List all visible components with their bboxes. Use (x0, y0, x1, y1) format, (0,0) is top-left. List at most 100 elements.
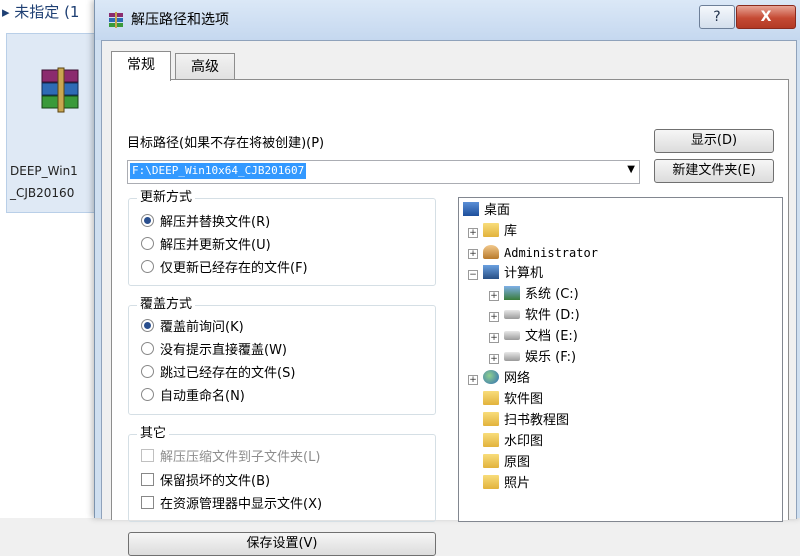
expand-icon[interactable]: + (489, 312, 499, 322)
target-path-input[interactable]: F:\DEEP_Win10x64_CJB201607 (130, 163, 307, 179)
title-bar[interactable]: 解压路径和选项 ? X (95, 0, 800, 40)
radio-label: 没有提示直接覆盖(W) (160, 343, 287, 358)
target-path-label: 目标路径(如果不存在将被创建)(P) (127, 136, 325, 151)
tree-label: 网络 (504, 371, 531, 386)
save-settings-button[interactable]: 保存设置(V) (128, 532, 436, 556)
radio-selected-icon[interactable] (141, 319, 154, 332)
network-icon (483, 370, 499, 384)
radio-icon[interactable] (141, 342, 154, 355)
radio-label: 解压并替换文件(R) (160, 215, 271, 230)
tree-item-folder[interactable]: 扫书教程图 (483, 411, 569, 431)
drive-icon (504, 352, 520, 361)
desktop-icon (463, 202, 479, 216)
radio-icon[interactable] (141, 388, 154, 401)
folder-icon (483, 391, 499, 405)
folder-tree[interactable]: 桌面 + 库 + Administrator − 计算机 + 系统 (C:) +… (458, 197, 783, 522)
checkbox-keep-broken-files[interactable]: 保留损坏的文件(B) (141, 472, 270, 492)
radio-overwrite-no-prompt[interactable]: 没有提示直接覆盖(W) (141, 341, 287, 361)
file-name-line1: DEEP_Win1 (10, 164, 78, 178)
radio-icon[interactable] (141, 260, 154, 273)
expand-icon[interactable]: + (468, 375, 478, 385)
dialog-client-area: 常规 高级 目标路径(如果不存在将被创建)(P) F:\DEEP_Win10x6… (101, 40, 797, 556)
tree-label: 桌面 (484, 203, 511, 218)
close-button[interactable]: X (736, 5, 796, 29)
tree-item-drive-d[interactable]: 软件 (D:) (504, 306, 580, 326)
checkbox-label: 在资源管理器中显示文件(X) (160, 497, 323, 512)
tree-item-library[interactable]: 库 (483, 222, 517, 242)
tree-item-administrator[interactable]: Administrator (483, 243, 598, 263)
overwrite-mode-group: 覆盖方式 覆盖前询问(K) 没有提示直接覆盖(W) 跳过已经存在的文件(S) 自… (128, 296, 436, 415)
expand-icon[interactable]: + (468, 249, 478, 259)
checkbox-icon[interactable] (141, 449, 154, 462)
tree-label: 水印图 (504, 434, 544, 449)
file-name-line2: _CJB20160 (10, 186, 75, 200)
tree-label: 文档 (E:) (525, 329, 578, 344)
radio-skip-existing[interactable]: 跳过已经存在的文件(S) (141, 364, 295, 384)
expand-icon[interactable]: + (489, 354, 499, 364)
folder-icon (483, 412, 499, 426)
user-icon (483, 245, 499, 259)
update-mode-title: 更新方式 (137, 189, 196, 207)
file-name[interactable]: DEEP_Win1 _CJB20160 (10, 160, 100, 204)
expand-icon[interactable]: + (468, 228, 478, 238)
radio-extract-update[interactable]: 解压并更新文件(U) (141, 236, 271, 256)
tree-item-folder[interactable]: 软件图 (483, 390, 543, 410)
library-icon (483, 223, 499, 237)
tree-label: 计算机 (504, 266, 544, 281)
radio-update-existing[interactable]: 仅更新已经存在的文件(F) (141, 259, 308, 279)
help-button[interactable]: ? (699, 5, 735, 29)
show-button[interactable]: 显示(D) (654, 129, 774, 153)
tree-item-network[interactable]: 网络 (483, 369, 530, 389)
checkbox-show-in-explorer[interactable]: 在资源管理器中显示文件(X) (141, 495, 322, 515)
drive-icon (504, 310, 520, 319)
overwrite-mode-title: 覆盖方式 (137, 296, 196, 314)
misc-title: 其它 (137, 425, 170, 443)
tab-advanced[interactable]: 高级 (175, 53, 235, 80)
expand-icon[interactable]: + (489, 291, 499, 301)
explorer-group-header[interactable]: ▸ 未指定 (1 (0, 0, 102, 24)
expand-icon[interactable]: + (489, 333, 499, 343)
tree-item-drive-f[interactable]: 娱乐 (F:) (504, 348, 576, 368)
new-folder-button[interactable]: 新建文件夹(E) (654, 159, 774, 183)
collapse-icon[interactable]: − (468, 270, 478, 280)
tree-label: 软件 (D:) (525, 308, 580, 323)
computer-icon (483, 265, 499, 279)
checkbox-extract-to-subfolder[interactable]: 解压压缩文件到子文件夹(L) (141, 448, 320, 468)
radio-icon[interactable] (141, 237, 154, 250)
tree-item-computer[interactable]: 计算机 (483, 264, 543, 284)
radio-auto-rename[interactable]: 自动重命名(N) (141, 387, 245, 407)
drive-icon (504, 331, 520, 340)
radio-ask-before-overwrite[interactable]: 覆盖前询问(K) (141, 318, 244, 338)
checkbox-label: 解压压缩文件到子文件夹(L) (160, 450, 321, 465)
extract-dialog: 解压路径和选项 ? X 常规 高级 目标路径(如果不存在将被创建)(P) F:\… (94, 0, 800, 556)
tree-label: 系统 (C:) (525, 287, 579, 302)
checkbox-icon[interactable] (141, 496, 154, 509)
radio-extract-replace[interactable]: 解压并替换文件(R) (141, 213, 270, 233)
system-drive-icon (504, 286, 520, 300)
tree-label: 原图 (504, 455, 531, 470)
tree-item-folder[interactable]: 照片 (483, 474, 530, 494)
chevron-down-icon[interactable]: ▼ (627, 164, 635, 175)
checkbox-icon[interactable] (141, 473, 154, 486)
tree-label: Administrator (504, 246, 598, 260)
tree-item-folder[interactable]: 原图 (483, 453, 530, 473)
tree-item-desktop[interactable]: 桌面 (463, 201, 510, 221)
tree-label: 照片 (504, 476, 531, 491)
tree-item-drive-c[interactable]: 系统 (C:) (504, 285, 579, 305)
tree-item-drive-e[interactable]: 文档 (E:) (504, 327, 578, 347)
folder-icon (483, 454, 499, 468)
radio-icon[interactable] (141, 365, 154, 378)
winrar-app-icon (109, 12, 123, 28)
target-path-combobox[interactable]: F:\DEEP_Win10x64_CJB201607 ▼ (127, 160, 640, 184)
tab-general[interactable]: 常规 (111, 51, 171, 81)
update-mode-group: 更新方式 解压并替换文件(R) 解压并更新文件(U) 仅更新已经存在的文件(F) (128, 189, 436, 286)
radio-label: 解压并更新文件(U) (160, 238, 271, 253)
folder-icon (483, 475, 499, 489)
tree-label: 软件图 (504, 392, 544, 407)
folder-icon (483, 433, 499, 447)
winrar-archive-icon (41, 67, 79, 113)
radio-selected-icon[interactable] (141, 214, 154, 227)
radio-label: 仅更新已经存在的文件(F) (160, 261, 308, 276)
tree-item-folder[interactable]: 水印图 (483, 432, 543, 452)
checkbox-label: 保留损坏的文件(B) (160, 474, 271, 489)
